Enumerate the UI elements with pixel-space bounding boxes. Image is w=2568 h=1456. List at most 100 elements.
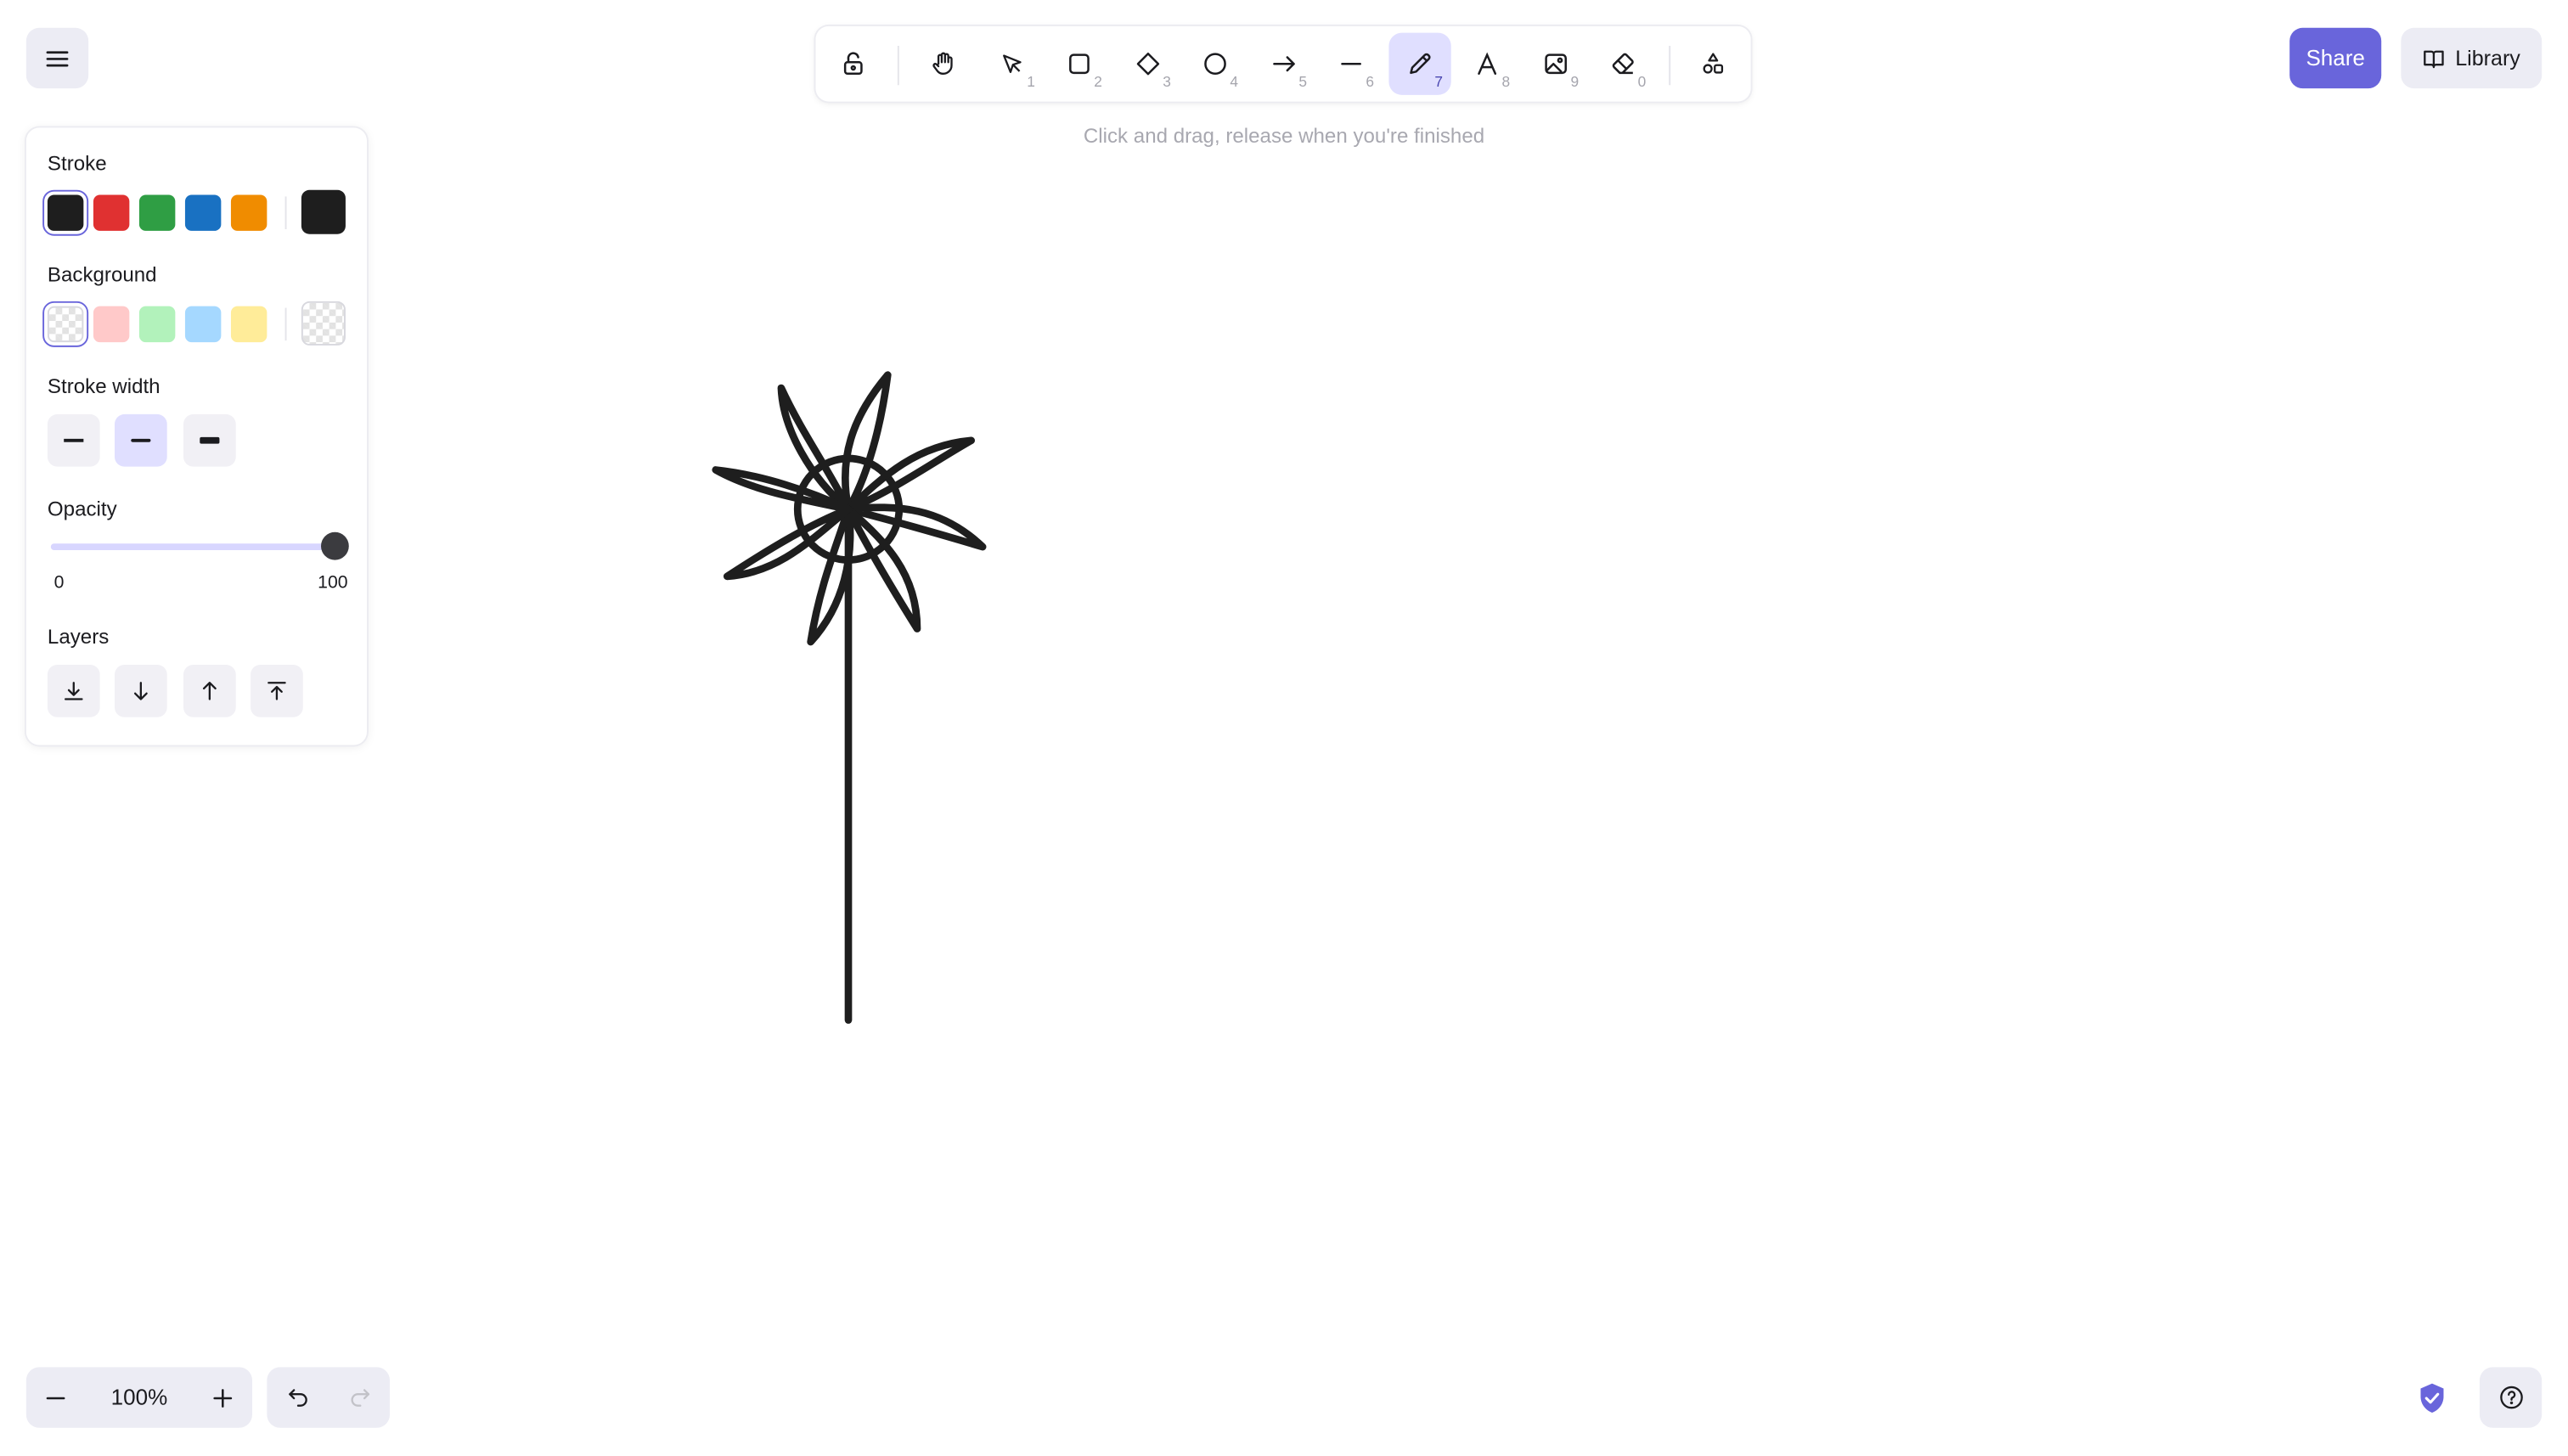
opacity-slider-thumb[interactable] (321, 531, 349, 560)
opacity-slider-track[interactable] (50, 543, 340, 551)
stroke-color-orange[interactable] (230, 194, 268, 231)
tool-diamond[interactable]: 3 (1117, 33, 1179, 95)
library-button[interactable]: Library (2401, 27, 2543, 89)
swatch-divider (284, 307, 287, 341)
history-controls (267, 1367, 391, 1428)
stroke-color-picker[interactable] (301, 189, 346, 234)
background-color-light-yellow[interactable] (230, 306, 268, 343)
background-label: Background (47, 263, 157, 287)
diamond-icon (1135, 51, 1162, 77)
arrow-up-icon (198, 679, 221, 702)
tool-ellipse[interactable]: 4 (1184, 33, 1246, 95)
send-to-back-icon (62, 679, 85, 702)
tool-eraser[interactable]: 0 (1592, 33, 1654, 95)
book-icon (2423, 47, 2446, 70)
tool-rectangle[interactable]: 2 (1048, 33, 1110, 95)
zoom-out-button[interactable] (26, 1367, 85, 1427)
background-color-light-blue[interactable] (184, 306, 222, 343)
tool-shortcut-key: 1 (1027, 73, 1035, 91)
tool-shortcut-key: 2 (1094, 73, 1102, 91)
tool-hand[interactable] (912, 33, 974, 95)
plus-icon (213, 1387, 233, 1407)
bring-to-front-button[interactable] (251, 665, 303, 717)
stroke-width-thin-button[interactable] (47, 413, 100, 467)
background-color-transparent[interactable] (42, 301, 89, 347)
line-icon (1338, 51, 1365, 77)
hand-icon (930, 51, 956, 77)
lock-open-icon (840, 51, 866, 77)
tool-shortcut-key: 6 (1366, 73, 1375, 91)
properties-panel: Stroke Background Stroke width Opacity 0… (25, 127, 368, 745)
tool-shortcut-key: 0 (1637, 73, 1647, 91)
stroke-color-blue[interactable] (184, 194, 222, 231)
stroke-width-bold-button[interactable] (115, 413, 167, 467)
layers-label: Layers (47, 625, 110, 649)
main-menu-button[interactable] (25, 27, 89, 89)
tool-shortcut-key: 3 (1163, 73, 1171, 91)
zoom-in-button[interactable] (194, 1367, 252, 1427)
text-icon (1474, 51, 1501, 77)
zoom-controls: 100% (25, 1367, 253, 1428)
redo-button[interactable] (329, 1367, 390, 1427)
toolbar-divider (897, 46, 899, 86)
opacity-max-label: 100 (318, 573, 348, 593)
toolbar-divider (1669, 46, 1671, 86)
bring-to-front-icon (265, 679, 288, 702)
tool-shortcut-key: 5 (1298, 73, 1308, 91)
app-stage: 1 2 3 4 5 6 7 8 9 0 Click and drag, rele… (0, 0, 2568, 1456)
stroke-label: Stroke (47, 152, 107, 176)
drawing-canvas[interactable] (0, 0, 2568, 1456)
shapes-toolbar: 1 2 3 4 5 6 7 8 9 0 (815, 25, 1751, 102)
library-label: Library (2455, 46, 2520, 70)
shapes-icon (1700, 51, 1726, 77)
zoom-reset-button[interactable]: 100% (85, 1367, 193, 1427)
arrow-icon (1271, 51, 1298, 77)
stroke-width-extra-bold-button[interactable] (183, 413, 236, 467)
image-icon (1543, 51, 1569, 77)
undo-icon (286, 1386, 309, 1409)
tool-line[interactable]: 6 (1320, 33, 1382, 95)
undo-button[interactable] (267, 1367, 327, 1427)
background-color-pink[interactable] (93, 306, 130, 343)
background-color-picker[interactable] (301, 301, 346, 346)
tool-text[interactable]: 8 (1456, 33, 1518, 95)
tool-shortcut-key: 7 (1434, 73, 1444, 91)
swatch-divider (284, 196, 287, 230)
stroke-width-label: Stroke width (47, 374, 160, 398)
minus-icon (46, 1387, 65, 1407)
eraser-icon (1610, 51, 1636, 77)
tool-arrow[interactable]: 5 (1253, 33, 1315, 95)
tool-shortcut-key: 9 (1570, 73, 1580, 91)
help-icon (2498, 1386, 2523, 1410)
send-to-back-button[interactable] (47, 665, 100, 717)
tool-shortcut-key: 4 (1230, 73, 1239, 91)
extra-bold-line-icon (200, 436, 220, 444)
share-button[interactable]: Share (2289, 27, 2382, 89)
background-color-light-green[interactable] (138, 306, 176, 343)
hamburger-menu-icon (46, 48, 69, 68)
stroke-color-green[interactable] (138, 194, 176, 231)
ellipse-icon (1202, 51, 1229, 77)
redo-icon (348, 1386, 371, 1409)
bold-line-icon (131, 438, 151, 443)
tool-image[interactable]: 9 (1525, 33, 1587, 95)
freehand-flower-drawing[interactable] (712, 371, 987, 1024)
tool-draw[interactable]: 7 (1388, 32, 1451, 95)
tool-shortcut-key: 8 (1501, 73, 1511, 91)
tool-lock[interactable] (822, 33, 884, 95)
stroke-color-black[interactable] (42, 189, 89, 236)
tool-extra-shapes[interactable] (1682, 33, 1744, 95)
opacity-label: Opacity (47, 498, 117, 521)
pointer-icon (999, 51, 1025, 77)
tool-selection[interactable]: 1 (981, 33, 1043, 95)
encryption-shield-button[interactable] (2401, 1367, 2461, 1427)
bring-forward-button[interactable] (183, 665, 236, 717)
send-backward-button[interactable] (115, 665, 167, 717)
pencil-icon (1407, 51, 1433, 77)
rectangle-icon (1067, 51, 1093, 77)
thin-line-icon (64, 439, 84, 442)
shield-check-icon (2417, 1381, 2447, 1414)
tool-hint-text: Click and drag, release when you're fini… (1083, 124, 1485, 148)
help-button[interactable] (2479, 1367, 2543, 1428)
stroke-color-red[interactable] (93, 194, 130, 231)
